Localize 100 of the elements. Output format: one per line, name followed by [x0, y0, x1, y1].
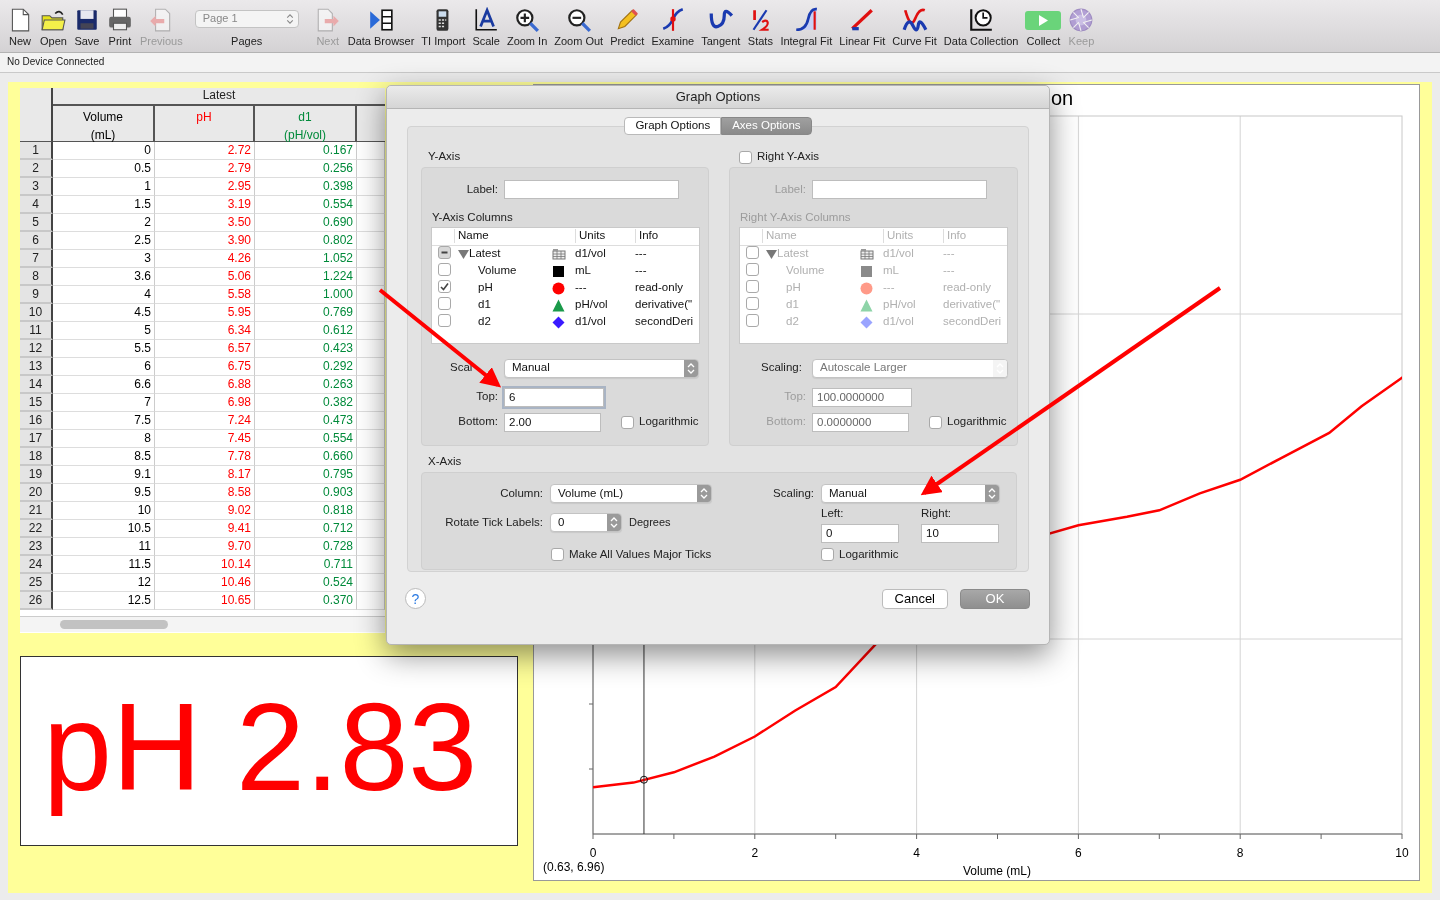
toolbar-button[interactable]: Scale [469, 6, 503, 48]
toolbar-button[interactable]: Zoom In [503, 6, 551, 48]
left-field[interactable]: 0 [821, 523, 899, 543]
table-cell: 6.34 [155, 322, 255, 340]
column-header[interactable]: Volume (mL) [53, 106, 155, 142]
tick-label: 0 [589, 846, 597, 860]
table-cell [357, 358, 385, 376]
table-cell: 9.5 [53, 484, 155, 502]
table-cell: 0.612 [255, 322, 357, 340]
column-name: pH [786, 281, 801, 296]
table-cell [357, 394, 385, 412]
table-cell [357, 286, 385, 304]
table-cell: 0.802 [255, 232, 357, 250]
right-field[interactable]: 10 [921, 523, 999, 543]
row-number: 7 [20, 250, 53, 268]
table-cell: 0.712 [255, 520, 357, 538]
checkbox[interactable] [821, 548, 834, 562]
table-cell [357, 574, 385, 592]
field-label: Top: [475, 390, 498, 405]
column-name: d2 [786, 315, 799, 330]
toolbar-button[interactable]: Integral Fit [777, 6, 836, 48]
table-cell: 0.370 [255, 592, 357, 610]
checkbox-label: Make All Values Major Ticks [569, 548, 712, 562]
row-number: 24 [20, 556, 53, 574]
table-cell: 6.6 [53, 376, 155, 394]
toolbar-button[interactable]: Save [70, 6, 103, 48]
table-cell: 10.14 [155, 556, 255, 574]
table-cell: 0.690 [255, 214, 357, 232]
dropdown[interactable]: Manual [504, 358, 699, 378]
checkbox[interactable] [438, 280, 451, 294]
field-label: Bottom: [765, 415, 806, 430]
table-cell: 1.224 [255, 268, 357, 286]
table-icon [860, 248, 874, 261]
cancel-button[interactable]: Cancel [881, 588, 948, 609]
checkbox[interactable] [438, 246, 451, 260]
toolbar-button[interactable]: Collect [1022, 6, 1065, 48]
toolbar-button[interactable]: Examine [648, 6, 698, 48]
checkbox[interactable] [438, 296, 451, 310]
table-cell [357, 304, 385, 322]
scrollbar-thumb[interactable] [60, 620, 168, 629]
info-text: derivative(" [943, 298, 1002, 313]
axes-icon [473, 6, 500, 33]
checkbox[interactable] [551, 548, 564, 562]
tick-label: 4 [913, 846, 920, 860]
bottom-field[interactable]: 2.00 [504, 412, 601, 432]
section-label: Y-Axis [427, 149, 462, 165]
table-cell: 0.554 [255, 430, 357, 448]
table-cell: 0.256 [255, 160, 357, 178]
field-label: Scaling: [761, 361, 802, 374]
table-cell: 11.5 [53, 556, 155, 574]
dropdown[interactable]: Volume (mL) [550, 484, 712, 503]
checkbox[interactable] [621, 415, 634, 429]
table-cell: 0.292 [255, 358, 357, 376]
checkbox[interactable] [438, 313, 451, 327]
table-cell: 7.45 [155, 430, 255, 448]
units-text: pH/vol [883, 298, 917, 313]
aperture-icon [1068, 6, 1095, 33]
label-field[interactable] [504, 180, 679, 199]
top-field[interactable]: 6 [504, 387, 604, 407]
units-text: mL [575, 264, 592, 279]
table-cell: 2.79 [155, 160, 255, 178]
checkbox[interactable] [438, 262, 451, 276]
row-number: 17 [20, 430, 53, 448]
toolbar-button[interactable]: Stats [744, 6, 777, 48]
column-name: Latest [777, 247, 809, 262]
toolbar-button[interactable]: Zoom Out [551, 6, 607, 48]
dropdown[interactable]: 0 [550, 513, 622, 532]
row-number: 10 [20, 304, 53, 322]
table-cell: 8.5 [53, 448, 155, 466]
toolbar-button[interactable]: Linear Fit [836, 6, 889, 48]
toolbar-button[interactable]: Data Browser [344, 6, 418, 48]
table-cell: 6 [53, 358, 155, 376]
column-name: d2 [478, 315, 491, 330]
info-text: secondDeri [635, 315, 695, 330]
toolbar-button[interactable]: Data Collection [940, 6, 1022, 48]
field-label: Top: [783, 390, 806, 405]
table-cell: 8 [53, 430, 155, 448]
units-text: d1/vol [575, 247, 607, 262]
section-label: X-Axis [427, 454, 463, 470]
toolbar-button[interactable]: Tangent [698, 6, 744, 48]
shaded-curve-icon [793, 6, 820, 33]
table-cell: 9.70 [155, 538, 255, 556]
table-cell: 0.728 [255, 538, 357, 556]
toolbar-button[interactable]: TI Import [418, 6, 469, 48]
units-text: --- [575, 281, 588, 296]
table-cell [357, 430, 385, 448]
field-label: Right: [921, 507, 953, 521]
help-button[interactable]: ? [405, 588, 426, 609]
table-cell: 3 [53, 250, 155, 268]
table-cell: 7.5 [53, 412, 155, 430]
toolbar-button[interactable]: Predict [607, 6, 648, 48]
table-cell: 0.5 [53, 160, 155, 178]
toolbar-button[interactable]: Open [37, 6, 70, 48]
column-header[interactable]: d1 (pH/vol) [255, 106, 357, 142]
row-number: 5 [20, 214, 53, 232]
toolbar-button[interactable]: Curve Fit [889, 6, 940, 48]
dropdown[interactable]: Manual [821, 484, 1000, 503]
toolbar-button[interactable]: New [4, 6, 36, 48]
toolbar-button[interactable]: Print [103, 6, 136, 48]
tab[interactable]: Graph Options [624, 117, 722, 135]
